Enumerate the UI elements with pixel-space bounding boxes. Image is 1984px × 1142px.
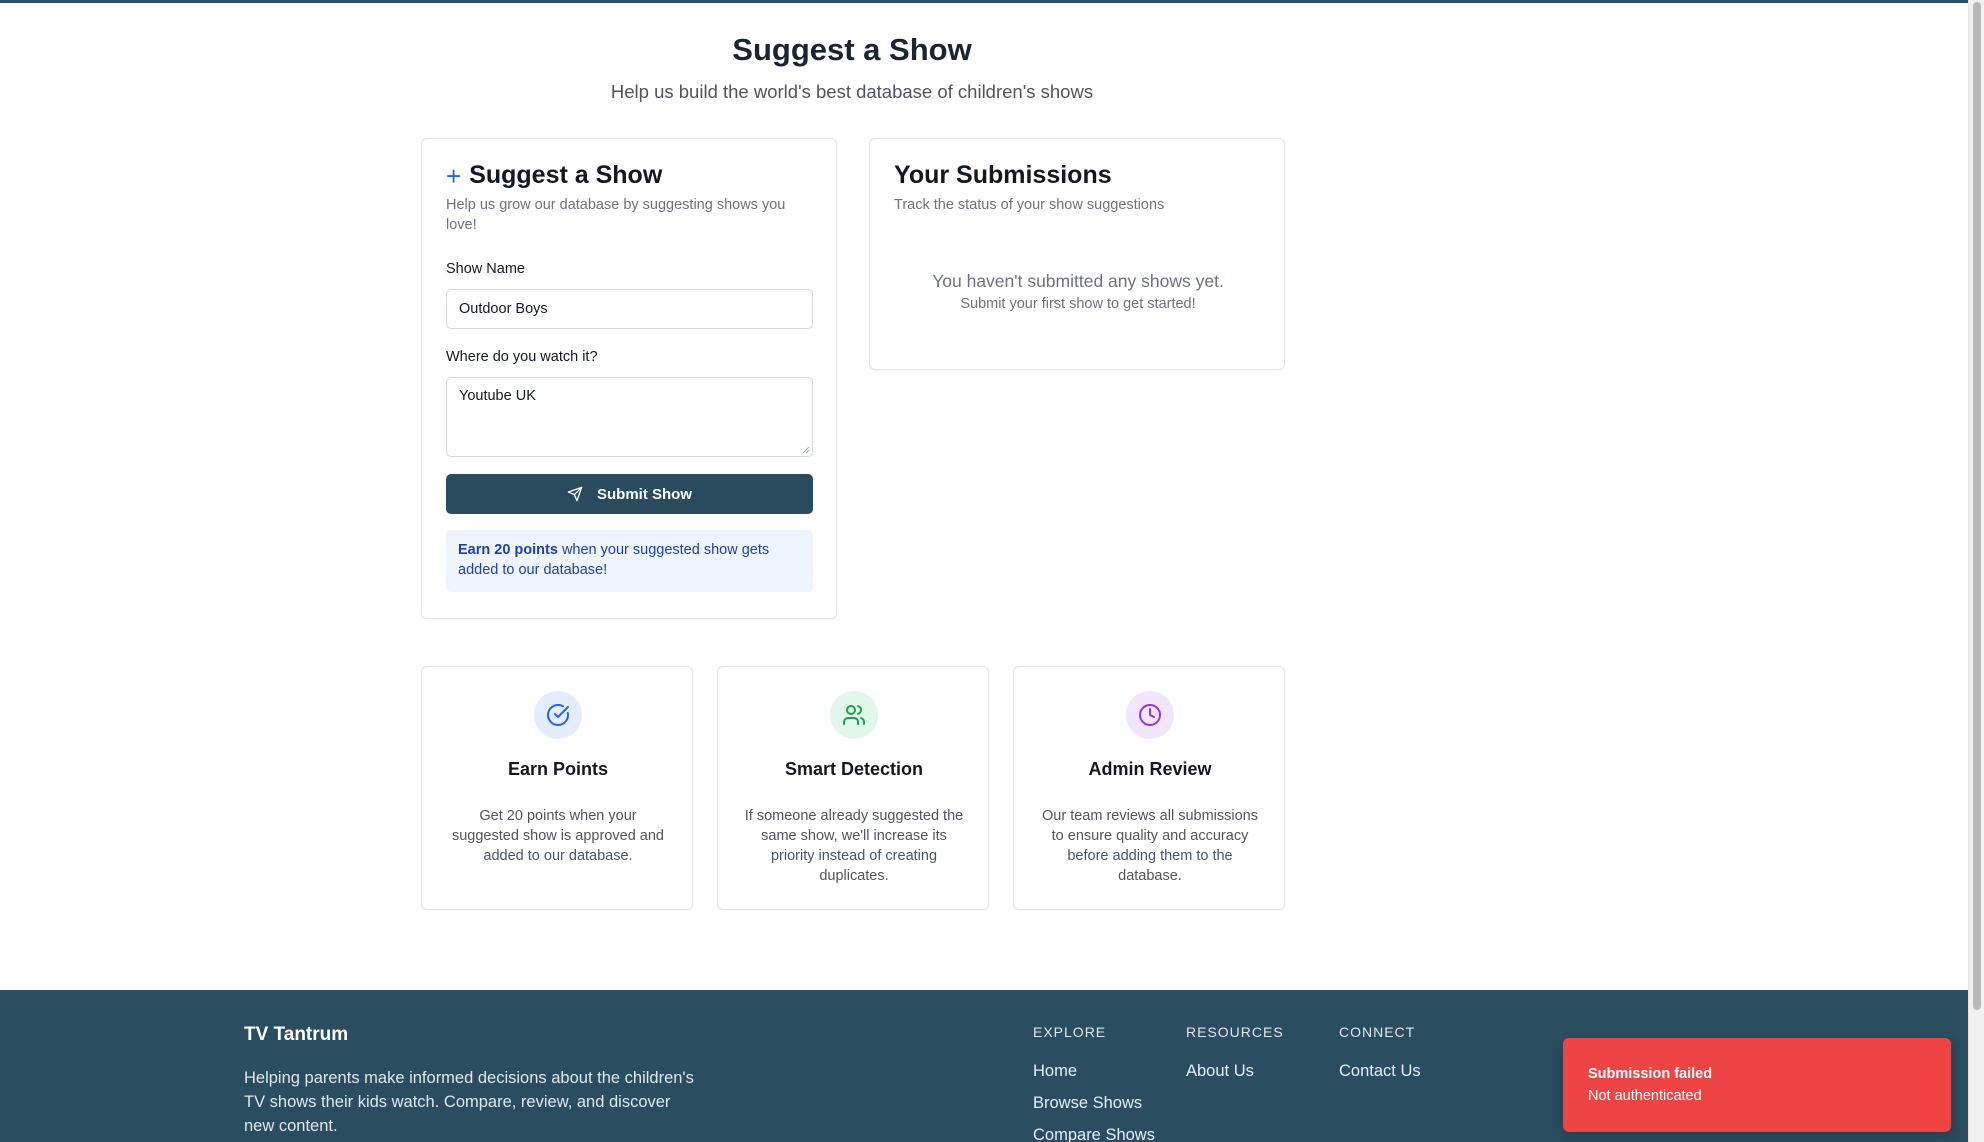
- footer-heading-explore: EXPLORE: [1033, 1024, 1107, 1040]
- feature-title: Smart Detection: [784, 759, 924, 779]
- top-accent-line: [0, 0, 1968, 3]
- submit-show-button[interactable]: Submit Show: [446, 474, 813, 514]
- resize-handle-icon[interactable]: [802, 446, 810, 454]
- where-watch-value: Youtube UK: [459, 388, 536, 404]
- submissions-card-title: Your Submissions: [894, 161, 1112, 189]
- footer-link-about-us[interactable]: About Us: [1186, 1062, 1284, 1094]
- where-watch-label: Where do you watch it?: [446, 349, 598, 365]
- footer-heading-connect: CONNECT: [1339, 1024, 1416, 1040]
- suggest-card-description: Help us grow our database by suggesting …: [446, 197, 786, 233]
- feature-description: If someone already suggested the same sh…: [744, 808, 964, 884]
- toast-message: Not authenticated: [1588, 1088, 1702, 1104]
- feature-title: Earn Points: [507, 759, 609, 779]
- empty-state-message: You haven't submitted any shows yet.: [932, 271, 1224, 291]
- suggest-show-card: + Suggest a Show Help us grow our databa…: [421, 138, 837, 619]
- scrollbar-thumb[interactable]: [1973, 2, 1981, 1010]
- submit-show-label: Submit Show: [597, 485, 692, 503]
- page-scrollbar[interactable]: [1968, 0, 1984, 1142]
- plus-icon: +: [446, 160, 462, 191]
- show-name-label: Show Name: [446, 261, 525, 277]
- footer-brand-description: Helping parents make informed decisions …: [244, 1069, 694, 1135]
- page-title: Suggest a Show: [732, 32, 972, 67]
- show-name-input[interactable]: Outdoor Boys: [446, 289, 813, 329]
- page-subtitle: Help us build the world's best database …: [610, 81, 1094, 102]
- footer-link-compare-shows[interactable]: Compare Shows: [1033, 1126, 1155, 1142]
- error-toast[interactable]: Submission failed Not authenticated: [1563, 1038, 1951, 1132]
- submissions-card-description: Track the status of your show suggestion…: [894, 197, 1165, 213]
- points-info-box: Earn 20 points when your suggested show …: [446, 530, 813, 592]
- suggest-card-title: + Suggest a Show: [446, 161, 662, 190]
- feature-title: Admin Review: [1088, 759, 1212, 779]
- empty-state-hint: Submit your first show to get started!: [960, 296, 1196, 312]
- feature-description: Our team reviews all submissions to ensu…: [1042, 808, 1258, 884]
- show-name-value: Outdoor Boys: [459, 301, 548, 317]
- clock-icon: [1126, 691, 1174, 739]
- check-circle-icon: [534, 691, 582, 739]
- your-submissions-card: Your Submissions Track the status of you…: [869, 138, 1285, 370]
- where-watch-textarea[interactable]: Youtube UK: [446, 377, 813, 457]
- points-info-bold: Earn 20 points: [458, 542, 558, 558]
- footer-column-resources: RESOURCES About Us: [1186, 1024, 1284, 1094]
- footer-brand[interactable]: TV Tantrum: [244, 1024, 348, 1046]
- suggest-card-title-text: Suggest a Show: [469, 161, 663, 189]
- users-icon: [830, 691, 878, 739]
- footer-heading-resources: RESOURCES: [1186, 1024, 1284, 1040]
- footer-link-home[interactable]: Home: [1033, 1062, 1155, 1094]
- feature-card-earn-points: Earn Points Get 20 points when your sugg…: [421, 666, 693, 910]
- feature-description: Get 20 points when your suggested show i…: [451, 808, 664, 864]
- footer-column-connect: CONNECT Contact Us: [1339, 1024, 1421, 1094]
- toast-title: Submission failed: [1588, 1066, 1713, 1082]
- footer-link-contact-us[interactable]: Contact Us: [1339, 1062, 1421, 1094]
- send-icon: [567, 486, 583, 502]
- footer-column-explore: EXPLORE Home Browse Shows Compare Shows: [1033, 1024, 1155, 1142]
- footer-link-browse-shows[interactable]: Browse Shows: [1033, 1094, 1155, 1126]
- feature-card-admin-review: Admin Review Our team reviews all submis…: [1013, 666, 1285, 910]
- feature-card-smart-detection: Smart Detection If someone already sugge…: [717, 666, 989, 910]
